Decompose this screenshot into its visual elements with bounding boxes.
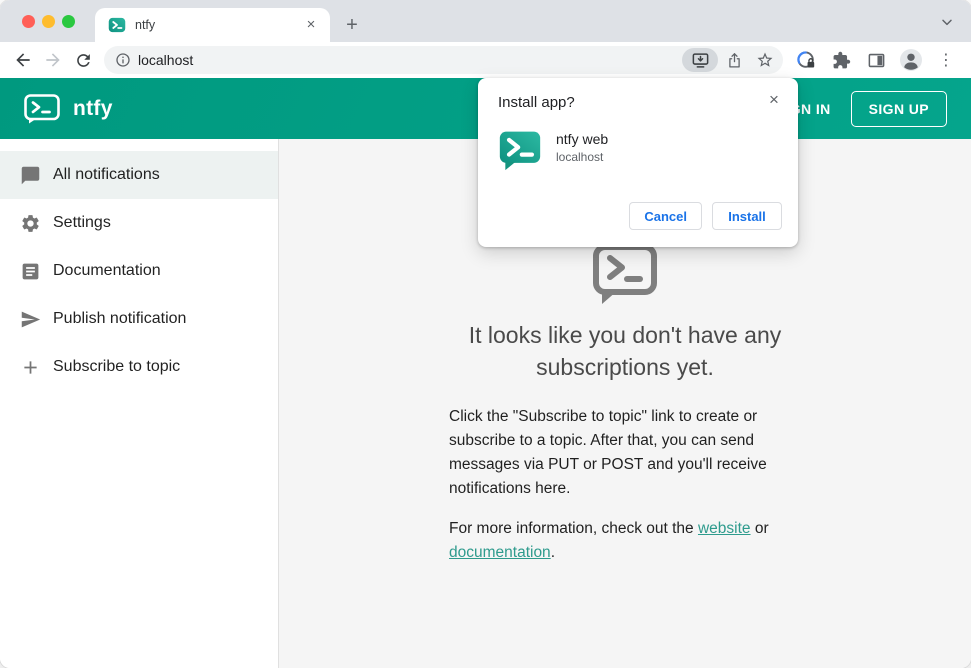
sidebar-item-all-notifications[interactable]: All notifications bbox=[0, 151, 278, 199]
sidebar-item-label: All notifications bbox=[53, 166, 160, 183]
dialog-actions: Cancel Install bbox=[629, 202, 782, 230]
sign-up-button[interactable]: SIGN UP bbox=[850, 90, 947, 127]
dialog-close-icon[interactable]: × bbox=[764, 90, 784, 110]
ntfy-watermark-icon bbox=[593, 243, 657, 304]
sidebar-item-label: Publish notification bbox=[53, 310, 187, 327]
dialog-app-name: ntfy web bbox=[556, 131, 609, 147]
bookmark-star-icon[interactable] bbox=[751, 47, 778, 74]
back-button[interactable] bbox=[8, 45, 38, 75]
address-bar[interactable]: localhost bbox=[104, 46, 783, 74]
chat-bubble-icon bbox=[21, 166, 40, 184]
install-app-icon[interactable] bbox=[682, 48, 718, 72]
minimize-window-button[interactable] bbox=[42, 15, 55, 28]
dialog-app-origin: localhost bbox=[556, 150, 604, 164]
plus-icon bbox=[24, 360, 37, 374]
profile-avatar[interactable] bbox=[896, 45, 926, 75]
browser-tab[interactable]: ntfy × bbox=[95, 8, 330, 42]
send-icon bbox=[21, 311, 41, 327]
tab-close-icon[interactable]: × bbox=[302, 16, 320, 34]
sidebar-item-subscribe-to-topic[interactable]: Subscribe to topic bbox=[0, 343, 278, 391]
sidebar-item-documentation[interactable]: Documentation bbox=[0, 247, 278, 295]
new-tab-button[interactable]: + bbox=[338, 11, 366, 39]
ntfy-brand[interactable]: ntfy bbox=[24, 93, 113, 124]
side-panel-icon[interactable] bbox=[861, 45, 891, 75]
close-window-button[interactable] bbox=[22, 15, 35, 28]
tab-strip: ntfy × + bbox=[0, 0, 971, 42]
dialog-title: Install app? bbox=[498, 94, 575, 111]
tab-search-chevron-icon[interactable] bbox=[939, 14, 955, 30]
cancel-button[interactable]: Cancel bbox=[629, 202, 702, 230]
website-link[interactable]: website bbox=[698, 520, 751, 537]
empty-state-paragraph: Click the "Subscribe to topic" link to c… bbox=[449, 407, 767, 497]
sidebar-item-label: Subscribe to topic bbox=[53, 358, 181, 375]
dialog-app-row: ntfy web localhost bbox=[498, 128, 778, 172]
install-app-dialog: Install app? × ntfy web localhost Cancel… bbox=[478, 78, 798, 247]
window-controls bbox=[22, 15, 75, 28]
browser-toolbar: localhost ⋮ bbox=[0, 42, 971, 78]
extension-icons: ⋮ bbox=[791, 45, 961, 75]
browser-window: ntfy × + localhost ⋮ ntfy SIGN IN SIGN U… bbox=[0, 0, 971, 668]
ntfy-favicon-icon bbox=[108, 17, 126, 33]
site-info-icon[interactable] bbox=[115, 52, 131, 68]
sidebar-item-label: Documentation bbox=[53, 262, 161, 279]
extensions-puzzle-icon[interactable] bbox=[826, 45, 856, 75]
sidebar-item-publish-notification[interactable]: Publish notification bbox=[0, 295, 278, 343]
forward-button[interactable] bbox=[38, 45, 68, 75]
sidebar: All notifications Settings Documentation… bbox=[0, 139, 279, 668]
password-manager-extension-icon[interactable] bbox=[791, 45, 821, 75]
ntfy-app-icon bbox=[499, 131, 541, 171]
empty-state-links-paragraph: For more information, check out the webs… bbox=[449, 519, 769, 561]
share-icon[interactable] bbox=[721, 47, 748, 74]
install-button[interactable]: Install bbox=[712, 202, 782, 230]
ntfy-logo-icon bbox=[24, 93, 60, 123]
browser-menu-icon[interactable]: ⋮ bbox=[931, 45, 961, 75]
documentation-link[interactable]: documentation bbox=[449, 544, 551, 561]
empty-state-heading: It looks like you don't have any subscri… bbox=[468, 321, 782, 380]
zoom-window-button[interactable] bbox=[62, 15, 75, 28]
sidebar-item-settings[interactable]: Settings bbox=[0, 199, 278, 247]
empty-state: It looks like you don't have any subscri… bbox=[449, 243, 801, 565]
tab-title: ntfy bbox=[135, 18, 156, 32]
reload-button[interactable] bbox=[68, 45, 98, 75]
article-icon bbox=[22, 263, 39, 279]
gear-icon bbox=[22, 214, 39, 232]
brand-name: ntfy bbox=[73, 96, 113, 120]
sidebar-item-label: Settings bbox=[53, 214, 111, 231]
url-text[interactable]: localhost bbox=[138, 52, 675, 68]
